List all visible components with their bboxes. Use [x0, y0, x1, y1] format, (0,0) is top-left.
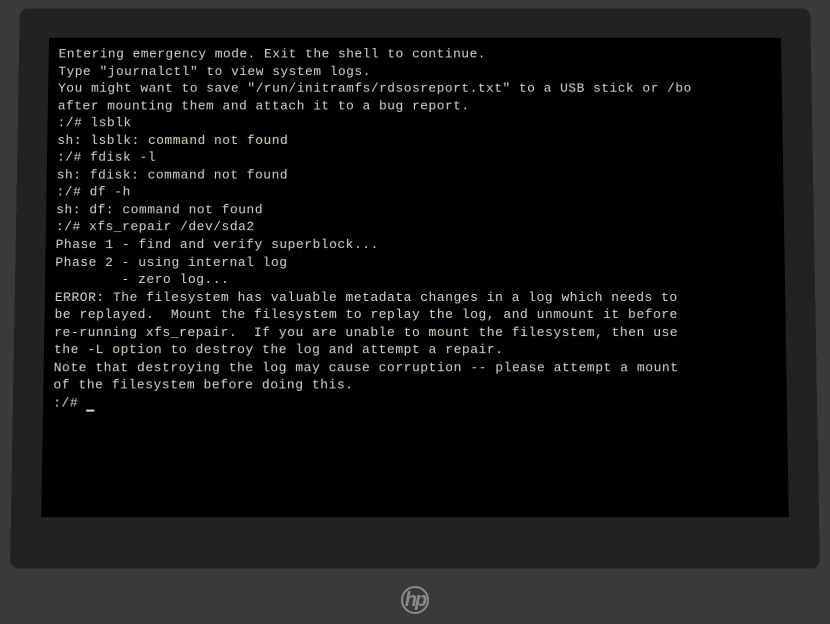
- terminal-line: Phase 1 - find and verify superblock...: [55, 236, 774, 253]
- terminal-line: sh: df: command not found: [56, 201, 774, 218]
- terminal-line: Type "journalctl" to view system logs.: [58, 63, 772, 80]
- terminal-line: Note that destroying the log may cause c…: [54, 359, 777, 377]
- terminal-line: :/# xfs_repair /dev/sda2: [56, 219, 774, 236]
- terminal-prompt-line: :/#: [53, 394, 777, 412]
- terminal-line: of the filesystem before doing this.: [53, 377, 776, 395]
- terminal-line: the -L option to destroy the log and att…: [54, 341, 776, 359]
- terminal-line: :/# df -h: [56, 184, 773, 201]
- terminal-line: - zero log...: [55, 271, 775, 289]
- terminal-line: Phase 2 - using internal log: [55, 254, 775, 272]
- terminal-prompt: :/#: [53, 395, 87, 410]
- terminal-line: sh: lsblk: command not found: [57, 132, 773, 149]
- hp-logo: hp: [401, 586, 429, 614]
- hp-logo-icon: hp: [401, 586, 429, 614]
- terminal-line: be replayed. Mount the filesystem to rep…: [54, 306, 775, 324]
- terminal-line: :/# fdisk -l: [57, 149, 773, 166]
- cursor-icon: [86, 410, 94, 412]
- terminal-line: You might want to save "/run/initramfs/r…: [58, 80, 772, 97]
- terminal-line: sh: fdisk: command not found: [57, 167, 774, 184]
- terminal-screen[interactable]: Entering emergency mode. Exit the shell …: [41, 38, 789, 517]
- terminal-line: ERROR: The filesystem has valuable metad…: [55, 289, 776, 307]
- terminal-line: Entering emergency mode. Exit the shell …: [58, 46, 771, 63]
- monitor-frame: Entering emergency mode. Exit the shell …: [10, 9, 820, 569]
- terminal-line: re-running xfs_repair. If you are unable…: [54, 324, 776, 342]
- terminal-line: after mounting them and attach it to a b…: [58, 97, 773, 114]
- terminal-line: :/# lsblk: [57, 115, 772, 132]
